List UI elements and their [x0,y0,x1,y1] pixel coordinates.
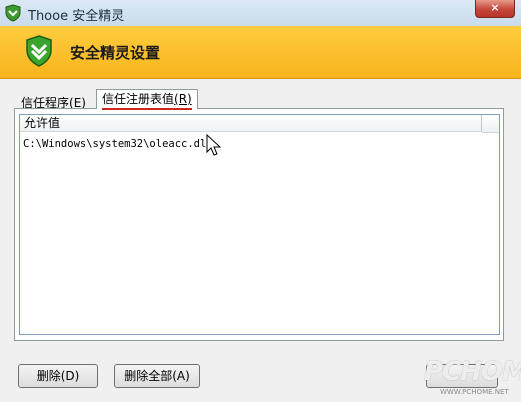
tab-panel: 允许值 C:\Windows\system32\oleacc.dll [14,108,504,341]
shield-icon [26,35,52,67]
delete-all-button[interactable]: 删除全部(A) [114,364,200,388]
annotation-underline [102,108,192,110]
watermark-url: WWW.PCHOME.NET [440,388,509,396]
column-header-filler [482,115,499,133]
tab-label: 信任注册表值 [102,92,175,106]
delete-button[interactable]: 删除(D) [18,364,98,388]
watermark-logo: PCHOME [424,357,521,387]
header-banner: 安全精灵设置 [0,26,521,79]
column-header[interactable]: 允许值 [20,115,482,132]
tab-trusted-registry-values[interactable]: 信任注册表值(R) [96,89,198,109]
close-button[interactable]: × [475,0,515,18]
title-bar[interactable]: Thooe 安全精灵 × [0,0,521,27]
list-item[interactable]: C:\Windows\system32\oleacc.dll [23,138,213,150]
window-title: Thooe 安全精灵 [28,9,125,24]
app-window: Thooe 安全精灵 × 安全精灵设置 信任程序(E) 允许值 C:\Windo… [0,0,521,402]
tab-shortcut: (R) [174,92,192,106]
mouse-pointer-icon [206,134,222,156]
shield-icon [5,4,21,22]
trusted-values-list[interactable]: 允许值 C:\Windows\system32\oleacc.dll [19,114,500,335]
page-title: 安全精灵设置 [70,44,161,62]
close-icon: × [490,1,500,14]
